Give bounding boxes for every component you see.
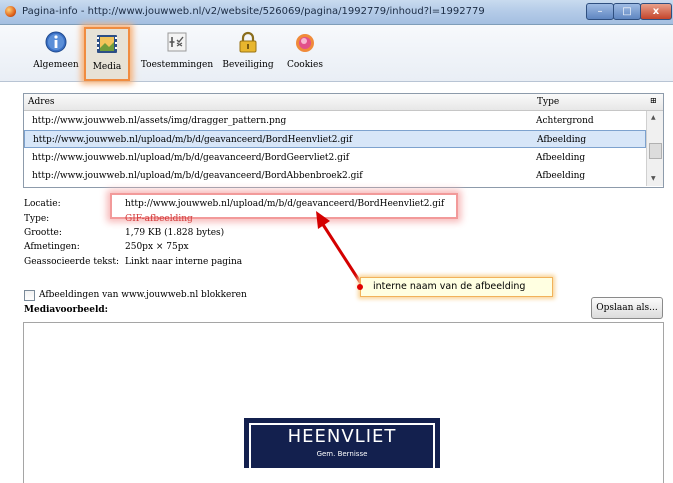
scrollbar-thumb[interactable] (649, 143, 662, 159)
tab-label: Toestemmingen (140, 60, 214, 70)
list-item[interactable]: http://www.jouwweb.nl/upload/m/b/d/geava… (24, 167, 646, 185)
window-title: Pagina-info - http://www.jouwweb.nl/v2/w… (22, 6, 485, 17)
tab-label: Algemeen (33, 60, 79, 70)
alt-text-value: Linkt naar interne pagina (125, 257, 243, 267)
tab-label: Beveiliging (222, 60, 274, 70)
size-label: Grootte: (24, 228, 62, 238)
dimensions-label: Afmetingen: (24, 242, 80, 252)
minimize-button[interactable]: – (586, 3, 614, 20)
scroll-up-icon[interactable]: ▲ (651, 114, 656, 121)
list-item[interactable]: http://www.jouwweb.nl/upload/m/b/d/geava… (24, 149, 646, 167)
maximize-button[interactable]: □ (613, 3, 641, 20)
save-as-button[interactable]: Opslaan als... (591, 297, 663, 319)
close-button[interactable]: x (640, 3, 672, 20)
block-images-label[interactable]: Afbeeldingen van www.jouwweb.nl blokkere… (39, 290, 247, 300)
location-label: Locatie: (24, 199, 61, 209)
scroll-down-icon[interactable]: ▼ (651, 175, 656, 182)
media-icon (97, 35, 117, 53)
tab-label: Cookies (287, 60, 323, 70)
column-header-address[interactable]: Adres (28, 97, 55, 107)
tab-cookies[interactable]: Cookies (283, 27, 327, 77)
media-list[interactable]: Adres Type ⊞ http://www.jouwweb.nl/asset… (23, 93, 664, 188)
annotation-callout: interne naam van de afbeelding (357, 277, 553, 297)
preview-image: HEENVLIET Gem. Bernisse (244, 418, 440, 478)
list-scrollbar[interactable]: ▲ ▼ (646, 111, 663, 186)
lock-icon (239, 31, 257, 53)
sign-title: HEENVLIET (287, 426, 397, 447)
tab-algemeen[interactable]: Algemeen (32, 27, 80, 77)
list-header: Adres Type ⊞ (24, 94, 663, 111)
location-value[interactable]: http://www.jouwweb.nl/upload/m/b/d/geava… (125, 199, 444, 209)
permissions-icon (167, 32, 187, 52)
sign-subtitle: Gem. Bernisse (316, 450, 368, 458)
type-value: GIF-afbeelding (125, 214, 193, 224)
size-value: 1,79 KB (1.828 bytes) (125, 228, 225, 238)
callout-text: interne naam van de afbeelding (373, 281, 526, 292)
tab-media[interactable]: Media (84, 27, 130, 81)
alt-text-label: Geassocieerde tekst: (24, 257, 120, 267)
tab-toestemmingen[interactable]: Toestemmingen (136, 27, 218, 77)
callout-dot (357, 284, 363, 290)
media-preview-label: Mediavoorbeeld: (24, 305, 108, 315)
firefox-icon (5, 6, 16, 17)
block-images-checkbox[interactable] (24, 290, 35, 301)
tab-beveiliging[interactable]: Beveiliging (222, 27, 274, 77)
column-picker-icon[interactable]: ⊞ (650, 96, 657, 105)
column-header-type[interactable]: Type (537, 97, 559, 107)
list-item[interactable]: http://www.jouwweb.nl/assets/img/dragger… (24, 112, 646, 130)
dimensions-value: 250px × 75px (125, 242, 189, 252)
cookie-icon (296, 34, 314, 52)
type-label: Type: (24, 214, 50, 224)
title-bar: Pagina-info - http://www.jouwweb.nl/v2/w… (0, 0, 673, 25)
tab-label: Media (92, 62, 122, 72)
list-item-selected[interactable]: http://www.jouwweb.nl/upload/m/b/d/geava… (24, 130, 646, 148)
info-icon (45, 31, 67, 53)
